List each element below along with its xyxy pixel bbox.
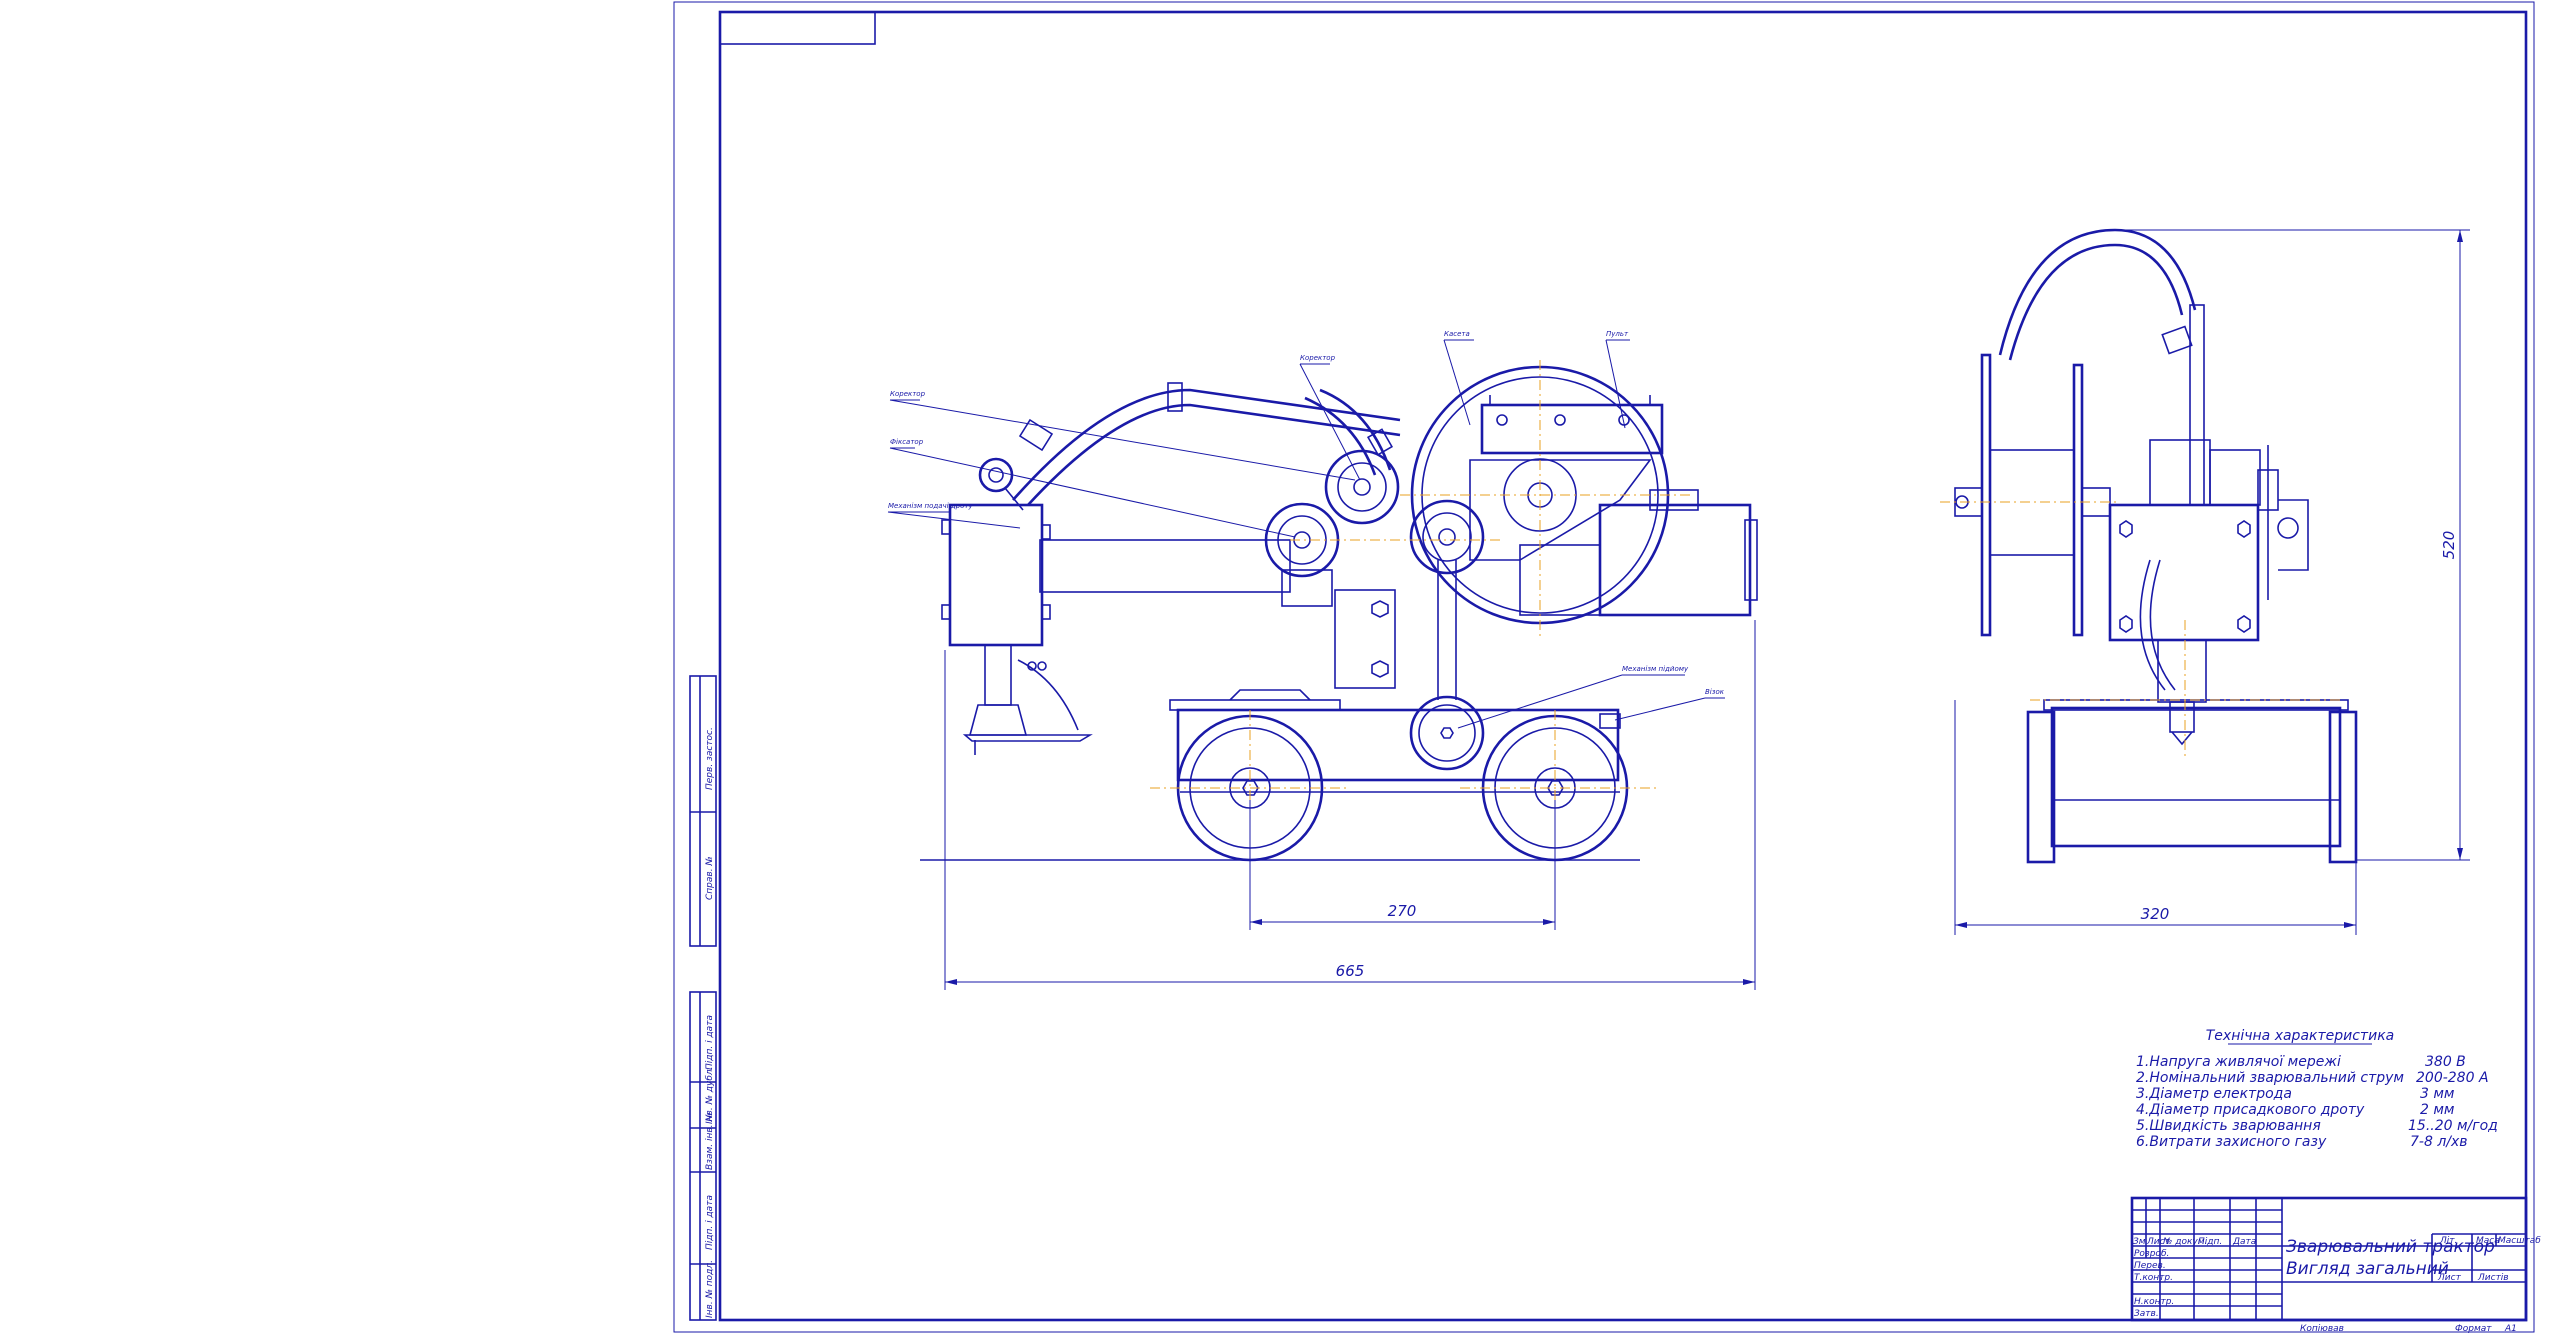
engineering-drawing: Перв. застос. Справ. № Підп. і дата Інв.… [673, 1, 2541, 1334]
callout-carriage: Візок [1705, 688, 1725, 696]
tb-role-approved: Затв. [2134, 1309, 2159, 1319]
stamp-cell-6: Підп. і дата [705, 1195, 715, 1250]
tb-drawing-name-2: Вигляд загальний [2286, 1259, 2449, 1279]
dim-wheelbase: 270 [1388, 902, 1417, 920]
callout-corrector: Коректор [890, 390, 926, 398]
spec-label-4: 4.Діаметр присадкового дроту [2136, 1102, 2365, 1118]
tb-sheets: Листів [2477, 1273, 2509, 1283]
callout-wire-feed: Механізм подачі дроту [888, 502, 973, 510]
tb-header-sign: Підп. [2198, 1237, 2222, 1247]
callout-lift: Механізм підйому [1622, 665, 1689, 673]
dim-height: 520 [2440, 531, 2458, 560]
spec-label-5: 5.Швидкість зварювання [2136, 1118, 2321, 1134]
spec-value-6: 7-8 л/хв [2410, 1134, 2468, 1150]
spec-value-3: 3 мм [2420, 1086, 2455, 1102]
side-view [1940, 228, 2358, 864]
roller-3 [1409, 499, 1485, 575]
dim-width: 320 [2141, 905, 2170, 923]
tb-role-ncontrol: Н.контр. [2134, 1297, 2174, 1307]
specs-heading: Технічна характеристика [2206, 1028, 2394, 1044]
stamp-cell-7: Інв. № подл. [705, 1260, 715, 1318]
tb-lit: Літ. [2439, 1236, 2457, 1246]
tb-header-date: Дата [2232, 1237, 2256, 1247]
spec-label-2: 2.Номінальний зварювальний струм [2136, 1070, 2404, 1086]
tb-copied: Копіював [2300, 1324, 2344, 1334]
tb-drawing-name-1: Зварювальний трактор [2286, 1237, 2495, 1257]
callout-panel: Пульт [1606, 330, 1629, 338]
roller-2 [1324, 449, 1400, 525]
tb-mass: Маса [2476, 1236, 2500, 1246]
tb-format: Формат [2455, 1324, 2492, 1334]
tb-format-value: А1 [2504, 1324, 2517, 1334]
callout-fixer: Фіксатор [890, 438, 924, 446]
callout-rollers: Коректор [1300, 354, 1336, 362]
spec-value-1: 380 В [2425, 1054, 2466, 1070]
spec-value-2: 200-280 А [2416, 1070, 2489, 1086]
front-view [920, 360, 1758, 870]
spec-value-4: 2 мм [2420, 1102, 2455, 1118]
tb-header-zm: Зм [2133, 1237, 2146, 1247]
tb-scale: Масштаб [2498, 1236, 2541, 1246]
tb-role-developer: Розроб. [2134, 1249, 2169, 1259]
stamp-cell-2: Справ. № [705, 856, 715, 900]
stamp-cell-1: Перв. застос. [705, 727, 715, 790]
spec-label-6: 6.Витрати захисного газу [2136, 1134, 2327, 1150]
stamp-cell-3: Підп. і дата [705, 1015, 715, 1070]
tech-specs: Технічна характеристика 1.Напруга живляч… [2136, 1028, 2498, 1150]
side-stamp: Перв. застос. Справ. № Підп. і дата Інв.… [689, 675, 717, 1321]
spec-value-5: 15..20 м/год [2408, 1118, 2498, 1134]
side-dimensions: 320 520 [1954, 229, 2470, 935]
spec-label-1: 1.Напруга живлячої мережі [2136, 1054, 2341, 1070]
callout-cassette: Касета [1444, 330, 1470, 338]
dim-overall-length: 665 [1336, 962, 1365, 980]
spec-label-3: 3.Діаметр електрода [2136, 1086, 2292, 1102]
title-block: Зм Лист № докум. Підп. Дата Розроб. Пере… [2130, 1196, 2541, 1334]
tb-role-checker: Перев. [2134, 1261, 2166, 1271]
stamp-cell-5: Взам. інв. № [705, 1112, 715, 1170]
tb-sheet: Лист [2437, 1273, 2462, 1283]
tb-role-tcontrol: Т.контр. [2134, 1273, 2173, 1283]
